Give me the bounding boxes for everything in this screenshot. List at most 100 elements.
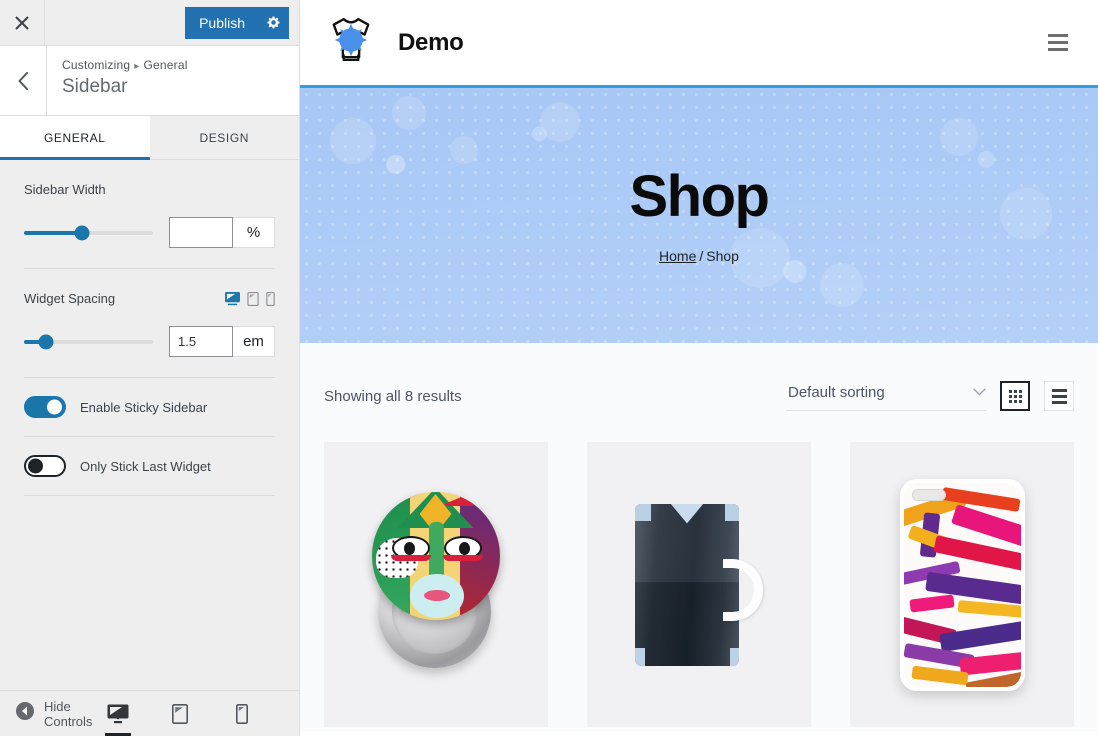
widget-spacing-input[interactable] <box>169 326 233 357</box>
widget-spacing-slider[interactable] <box>24 334 153 349</box>
grid-dots <box>1008 389 1022 403</box>
tablet-preview-icon[interactable] <box>159 691 201 736</box>
sidebar-width-label: Sidebar Width <box>24 182 106 197</box>
shop-main: Showing all 8 results Default sorting <box>300 343 1098 731</box>
control-only-stick-last-widget[interactable]: Only Stick Last Widget <box>24 437 275 496</box>
product-grid <box>324 442 1074 727</box>
back-button[interactable] <box>0 46 47 115</box>
sidebar-width-slider[interactable] <box>24 225 153 240</box>
hide-controls-button[interactable]: Hide Controls <box>16 699 97 729</box>
sidebar-width-slider-handle[interactable] <box>74 225 90 240</box>
chevron-down-icon <box>973 383 986 401</box>
widget-spacing-slider-handle[interactable] <box>38 334 54 349</box>
desktop-icon[interactable] <box>225 291 240 306</box>
tab-general[interactable]: GENERAL <box>0 116 150 160</box>
page-title: Shop <box>629 163 770 229</box>
tablet-icon[interactable] <box>247 291 259 306</box>
list-view-icon[interactable] <box>1044 381 1074 411</box>
sidebar-width-row: % <box>24 217 275 248</box>
mug-base-left <box>635 647 645 666</box>
breadcrumb-separator: / <box>699 247 704 264</box>
dark-mug-product[interactable] <box>587 442 811 727</box>
enable-sticky-sidebar-label: Enable Sticky Sidebar <box>80 399 208 415</box>
widget-spacing-device-switcher <box>225 291 275 306</box>
result-count: Showing all 8 results <box>324 387 462 405</box>
desktop-preview-icon[interactable] <box>97 691 139 736</box>
publish-group: Publish <box>185 6 289 40</box>
phone-case-artwork <box>903 482 1021 687</box>
breadcrumb-section[interactable]: General <box>143 58 187 72</box>
gear-icon[interactable] <box>257 6 289 39</box>
widget-spacing-row: em <box>24 326 275 357</box>
hide-controls-label: Hide Controls <box>44 698 93 729</box>
brand-name[interactable]: Demo <box>398 29 464 57</box>
phone-case-product[interactable] <box>850 442 1074 727</box>
enable-sticky-sidebar-toggle[interactable] <box>24 396 66 418</box>
mug-rim-right <box>725 503 739 521</box>
widget-spacing-label-row: Widget Spacing <box>24 291 275 306</box>
breadcrumb-home-link[interactable]: Home <box>659 248 696 264</box>
toggle-knob <box>28 458 43 474</box>
mobile-icon[interactable] <box>266 291 275 306</box>
site-branding[interactable]: Demo <box>322 11 464 74</box>
sorting-select[interactable]: Default sorting <box>786 381 986 411</box>
sidebar-width-input[interactable] <box>169 217 233 248</box>
customizer-controls: Sidebar Width % Widget Spacing 1.5 em En… <box>0 160 299 690</box>
tab-design[interactable]: DESIGN <box>149 116 299 160</box>
mug-base-right <box>730 647 739 666</box>
mug-notch <box>649 503 725 524</box>
breadcrumb: Customizing ▸ General <box>62 58 188 72</box>
hamburger-menu-icon[interactable] <box>1042 28 1074 57</box>
site-preview: Demo Shop Home / Shop Showing all 8 resu… <box>300 0 1098 736</box>
phone-case-image <box>899 478 1025 691</box>
site-header: Demo <box>300 0 1098 88</box>
page-hero: Shop Home / Shop <box>300 88 1098 343</box>
widget-spacing-unit[interactable]: em <box>233 326 275 357</box>
sorting-select-value: Default sorting <box>788 383 885 401</box>
sidebar-width-unit[interactable]: % <box>233 217 275 248</box>
pin-badge-product[interactable] <box>324 442 548 727</box>
breadcrumb-root[interactable]: Customizing <box>62 58 130 72</box>
list-lines <box>1051 388 1067 404</box>
preview-device-switcher <box>97 691 263 736</box>
widget-spacing-numberbox: em <box>169 326 275 357</box>
breadcrumb-separator-icon: ▸ <box>134 61 140 72</box>
publish-button[interactable]: Publish <box>185 6 257 39</box>
grid-view-icon[interactable] <box>1000 381 1030 411</box>
customizer-panel: Publish Customizing ▸ General Sidebar GE… <box>0 0 300 736</box>
burger-line <box>1048 41 1068 44</box>
phone-case-camera-cutout <box>911 488 946 501</box>
sidebar-width-numberbox: % <box>169 217 275 248</box>
shop-toolbar: Showing all 8 results Default sorting <box>324 343 1074 411</box>
control-widget-spacing: Widget Spacing 1.5 em <box>24 269 275 378</box>
mobile-preview-icon[interactable] <box>221 691 263 736</box>
sidebar-width-slider-fill <box>24 230 83 235</box>
customizer-footer: Hide Controls <box>0 690 299 736</box>
only-stick-last-widget-label: Only Stick Last Widget <box>80 458 211 474</box>
control-sidebar-width: Sidebar Width % <box>24 160 275 269</box>
close-x-icon[interactable] <box>0 0 45 45</box>
section-titles: Customizing ▸ General Sidebar <box>47 46 188 115</box>
control-enable-sticky-sidebar[interactable]: Enable Sticky Sidebar <box>24 378 275 437</box>
customizer-section-header: Customizing ▸ General Sidebar <box>0 46 299 116</box>
page-title: Sidebar <box>62 76 128 97</box>
widget-spacing-label: Widget Spacing <box>24 291 116 306</box>
customizer-topbar: Publish <box>0 0 299 46</box>
burger-line <box>1048 34 1068 37</box>
pin-badge-image <box>364 492 509 677</box>
toolbar-right: Default sorting <box>786 381 1074 411</box>
customizer-tabs: GENERAL DESIGN <box>0 116 299 160</box>
pin-artwork <box>371 492 500 620</box>
sidebar-width-label-row: Sidebar Width <box>24 182 275 197</box>
only-stick-last-widget-toggle[interactable] <box>24 455 66 477</box>
mug-rim-left <box>635 503 651 521</box>
collapse-arrow-icon <box>16 702 34 725</box>
tshirt-splatter-logo <box>322 11 380 74</box>
phone-case-shell <box>899 478 1025 691</box>
mug-handle <box>723 558 763 621</box>
customizer-screen: Publish Customizing ▸ General Sidebar GE… <box>0 0 1098 736</box>
breadcrumb-current: Shop <box>706 247 739 264</box>
toggle-knob <box>47 399 62 415</box>
breadcrumb: Home / Shop <box>659 248 739 264</box>
dark-mug-image <box>635 503 763 666</box>
